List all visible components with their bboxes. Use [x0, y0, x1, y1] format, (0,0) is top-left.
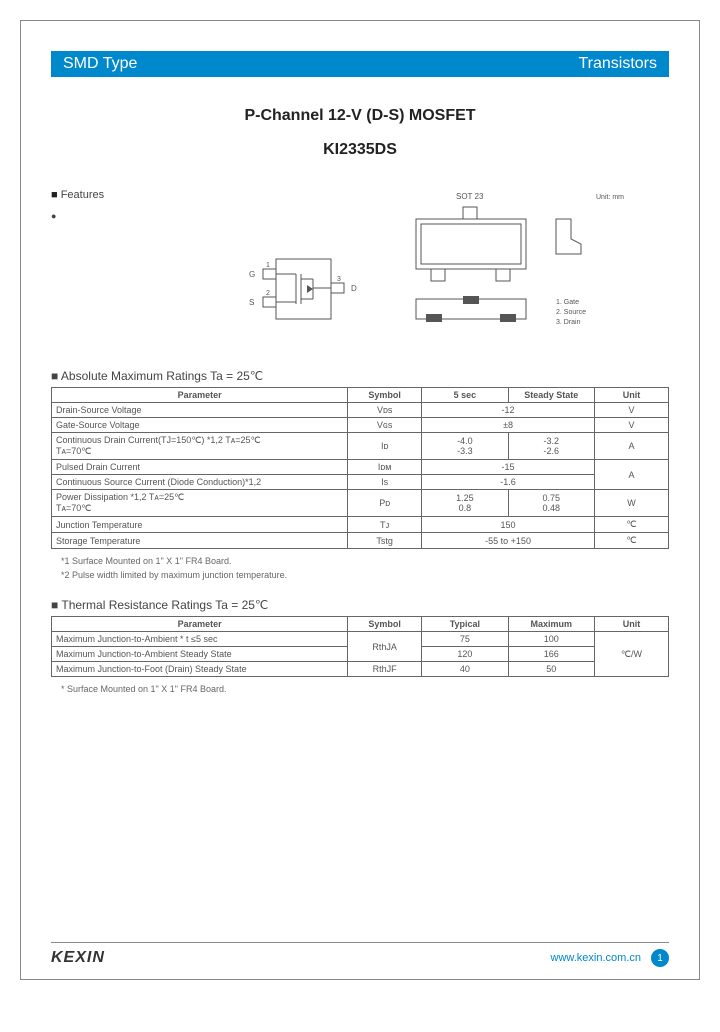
- col-max: Maximum: [508, 617, 594, 632]
- footer-url: www.kexin.com.cn: [551, 952, 641, 964]
- col-param: Parameter: [52, 388, 348, 403]
- table-row: Maximum Junction-to-Foot (Drain) Steady …: [52, 662, 669, 677]
- col-param: Parameter: [52, 617, 348, 632]
- table-row: Power Dissipation *1,2 Tᴀ=25℃ Tᴀ=70℃ Pᴅ …: [52, 490, 669, 517]
- title-block: P-Channel 12-V (D-S) MOSFET KI2335DS: [51, 107, 669, 159]
- table-row: Gate-Source Voltage Vɢs ±8 V: [52, 418, 669, 433]
- col-typ: Typical: [422, 617, 508, 632]
- square-bullet-icon: ■: [51, 369, 61, 383]
- table-row: Continuous Drain Current(TJ=150℃) *1,2 T…: [52, 433, 669, 460]
- pin-legend-1: 1. Gate: [556, 299, 579, 306]
- category-label: SMD Type: [63, 55, 137, 73]
- square-bullet-icon: ■: [51, 189, 61, 201]
- pin-3: 3: [337, 276, 341, 283]
- features-heading: Features: [61, 189, 104, 201]
- brand-logo: KEXIN: [51, 949, 105, 967]
- table-row: Drain-Source Voltage Vᴅs -12 V: [52, 403, 669, 418]
- pin-g-label: G: [249, 270, 255, 279]
- package-name: SOT 23: [456, 192, 484, 201]
- table-row: Pulsed Drain Current Iᴅᴍ -15 A: [52, 460, 669, 475]
- pinout-diagram: G S D 1 2 3: [221, 189, 391, 339]
- thermal-table: Parameter Symbol Typical Maximum Unit Ma…: [51, 616, 669, 677]
- table-header-row: Parameter Symbol 5 sec Steady State Unit: [52, 388, 669, 403]
- features-section: ■ Features ●: [51, 189, 221, 339]
- pinout-svg: G S D 1 2 3: [241, 249, 371, 339]
- table-row: Continuous Source Current (Diode Conduct…: [52, 475, 669, 490]
- thermal-heading: ■ Thermal Resistance Ratings Ta = 25℃: [51, 598, 669, 612]
- datasheet-page: SMD Type Transistors P-Channel 12-V (D-S…: [20, 20, 700, 980]
- abs-max-table: Parameter Symbol 5 sec Steady State Unit…: [51, 387, 669, 549]
- thermal-notes: * Surface Mounted on 1" X 1" FR4 Board.: [61, 683, 669, 697]
- abs-note1: *1 Surface Mounted on 1" X 1" FR4 Board.: [61, 555, 669, 569]
- pin-d-label: D: [351, 284, 357, 293]
- abs-heading: ■ Absolute Maximum Ratings Ta = 25℃: [51, 369, 669, 383]
- part-number: KI2335DS: [51, 141, 669, 159]
- col-unit: Unit: [594, 617, 668, 632]
- family-label: Transistors: [578, 55, 657, 73]
- header-bar: SMD Type Transistors: [51, 51, 669, 77]
- features-row: ■ Features ● G: [51, 189, 669, 339]
- pin-s-label: S: [249, 298, 254, 307]
- col-unit: Unit: [594, 388, 668, 403]
- abs-note2: *2 Pulse width limited by maximum juncti…: [61, 569, 669, 583]
- package-outline: SOT 23 Unit: mm 1. Gate 2. Source 3. Dra…: [391, 189, 651, 339]
- table-row: Maximum Junction-to-Ambient * t ≤5 sec R…: [52, 632, 669, 647]
- page-footer: KEXIN www.kexin.com.cn 1: [51, 942, 669, 967]
- col-symbol: Symbol: [348, 388, 422, 403]
- pin-1: 1: [266, 262, 270, 269]
- package-svg: SOT 23 Unit: mm 1. Gate 2. Source 3. Dra…: [396, 189, 646, 339]
- thermal-note: * Surface Mounted on 1" X 1" FR4 Board.: [61, 683, 669, 697]
- pin-2: 2: [266, 290, 270, 297]
- title-line1: P-Channel 12-V (D-S) MOSFET: [51, 107, 669, 125]
- page-number: 1: [651, 949, 669, 967]
- col-steady: Steady State: [508, 388, 594, 403]
- bullet-icon: ●: [51, 211, 221, 221]
- square-bullet-icon: ■: [51, 598, 61, 612]
- col-symbol: Symbol: [348, 617, 422, 632]
- table-row: Junction Temperature Tᴊ 150 ℃: [52, 517, 669, 533]
- pin-legend-3: 3. Drain: [556, 319, 581, 326]
- table-header-row: Parameter Symbol Typical Maximum Unit: [52, 617, 669, 632]
- pin-legend-2: 2. Source: [556, 309, 586, 316]
- unit-note: Unit: mm: [596, 194, 624, 201]
- col-5sec: 5 sec: [422, 388, 508, 403]
- table-row: Storage Temperature Tstg -55 to +150 ℃: [52, 533, 669, 549]
- abs-notes: *1 Surface Mounted on 1" X 1" FR4 Board.…: [61, 555, 669, 582]
